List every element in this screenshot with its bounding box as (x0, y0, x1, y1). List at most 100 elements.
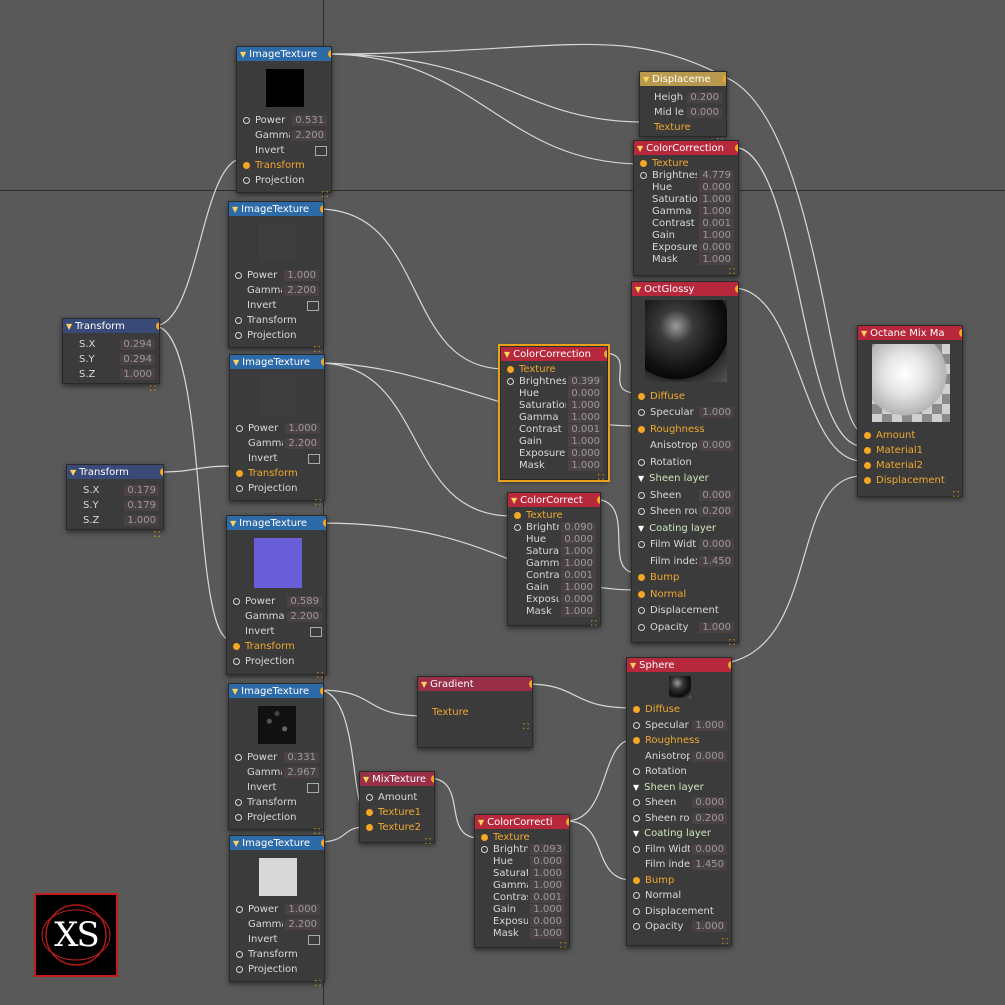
collapse-arrow-icon[interactable]: ▼ (635, 285, 641, 294)
scale-x-value[interactable]: 0.179 (124, 485, 159, 496)
resize-grip-icon[interactable]: ⛶ (315, 499, 322, 507)
invert-checkbox[interactable] (315, 145, 327, 156)
input-port[interactable] (638, 541, 645, 549)
film-width-value[interactable]: 0.000 (699, 539, 734, 551)
node-header[interactable]: ▼ Gradient (418, 677, 532, 691)
node-header[interactable]: ▼ OctGlossy (632, 282, 738, 296)
input-port[interactable] (638, 623, 645, 631)
input-port[interactable] (638, 607, 645, 615)
resize-grip-icon[interactable]: ⛶ (314, 346, 321, 354)
hue-value[interactable]: 0.000 (699, 181, 734, 193)
input-port[interactable] (633, 876, 640, 884)
resize-grip-icon[interactable]: ⛶ (315, 980, 322, 988)
gain-value[interactable]: 1.000 (530, 903, 565, 915)
input-port[interactable] (638, 458, 645, 466)
node-color-correction-2[interactable]: ▼ColorCorrection Texture Brightness0.399… (498, 344, 610, 482)
mid-level-value[interactable]: 0.000 (687, 107, 722, 118)
output-port[interactable] (156, 322, 159, 330)
collapse-arrow-icon[interactable]: ▼ (230, 519, 236, 528)
sheen-value[interactable]: 0.000 (692, 797, 727, 809)
input-port[interactable] (864, 447, 871, 454)
collapse-arrow-icon[interactable]: ▼ (638, 524, 644, 533)
node-image-texture-5[interactable]: ▼ImageTexture Power0.331 Gamma2.967 Inve… (228, 683, 324, 836)
input-port[interactable] (366, 794, 373, 801)
node-header[interactable]: ▼ MixTexture (360, 772, 434, 786)
input-port[interactable] (233, 658, 240, 665)
brightness-value[interactable]: 0.090 (561, 521, 596, 533)
node-header[interactable]: ▼ ImageTexture (237, 47, 331, 61)
node-image-texture-6[interactable]: ▼ImageTexture Power1.000 Gamma2.200 Inve… (229, 835, 325, 988)
invert-checkbox[interactable] (307, 300, 319, 311)
output-port[interactable] (431, 775, 434, 783)
node-header[interactable]: ▼ Transform (67, 465, 163, 479)
input-port[interactable] (233, 598, 240, 605)
resize-grip-icon[interactable]: ⛶ (598, 474, 605, 482)
node-color-correction-1[interactable]: ▼ColorCorrection Texture Brightnes.4.779… (633, 140, 739, 276)
node-header[interactable]: ▼ ImageTexture (229, 202, 323, 216)
node-header[interactable]: ▼ Octane Mix Ma (858, 326, 962, 340)
saturation-value[interactable]: 1.000 (561, 545, 596, 557)
anisotropy-value[interactable]: 0.000 (699, 440, 734, 452)
invert-checkbox[interactable] (308, 453, 320, 464)
power-value[interactable]: 1.000 (284, 270, 319, 281)
node-header[interactable]: ▼ ImageTexture (230, 836, 324, 850)
scale-z-value[interactable]: 1.000 (124, 515, 159, 526)
opacity-value[interactable]: 1.000 (692, 921, 727, 933)
saturation-value[interactable]: 1.000 (568, 399, 603, 411)
exposure-value[interactable]: 0.000 (699, 241, 734, 253)
brightness-value[interactable]: 0.093 (530, 843, 565, 855)
input-port[interactable] (243, 117, 250, 124)
input-port[interactable] (481, 845, 488, 853)
gamma-value[interactable]: 1.000 (699, 205, 734, 217)
resize-grip-icon[interactable]: ⛶ (722, 937, 729, 945)
output-port[interactable] (529, 680, 532, 688)
input-port[interactable] (638, 508, 645, 516)
resize-grip-icon[interactable]: ⛶ (150, 385, 157, 393)
contrast-value[interactable]: 0.001 (699, 217, 734, 229)
hue-value[interactable]: 0.000 (568, 387, 603, 399)
input-port[interactable] (633, 907, 640, 915)
input-port[interactable] (633, 721, 640, 729)
node-sphere[interactable]: ▼ Sphere Diffuse Specular 1.000 Roughness … (626, 657, 732, 946)
input-port[interactable] (243, 162, 250, 169)
output-port[interactable] (604, 350, 607, 358)
node-header[interactable]: ▼ ImageTexture (227, 516, 326, 530)
resize-grip-icon[interactable]: ⛶ (591, 620, 598, 628)
resize-grip-icon[interactable]: ⛶ (729, 268, 736, 276)
film-index-value[interactable]: 1.450 (699, 555, 734, 567)
sheen-value[interactable]: 0.000 (699, 489, 734, 501)
output-port[interactable] (723, 75, 726, 83)
film-index-value[interactable]: 1.450 (692, 859, 727, 871)
node-octane-mix-material[interactable]: ▼ Octane Mix Ma Amount Material1 Material… (857, 325, 963, 499)
power-value[interactable]: 0.331 (284, 752, 319, 763)
contrast-value[interactable]: 0.001 (568, 423, 603, 435)
opacity-value[interactable]: 1.000 (699, 621, 734, 633)
scale-y-value[interactable]: 0.179 (124, 500, 159, 511)
input-port[interactable] (638, 590, 645, 598)
invert-checkbox[interactable] (307, 782, 319, 793)
input-port[interactable] (236, 425, 243, 432)
resize-grip-icon[interactable]: ⛶ (314, 828, 321, 836)
input-port[interactable] (638, 574, 645, 582)
gamma-value[interactable]: 1.000 (568, 411, 603, 423)
node-gradient[interactable]: ▼ Gradient Texture ⛶ (417, 676, 533, 748)
collapse-arrow-icon[interactable]: ▼ (637, 144, 643, 153)
resize-grip-icon[interactable]: ⛶ (953, 491, 960, 499)
input-port[interactable] (507, 377, 514, 385)
input-port[interactable] (236, 470, 243, 477)
collapse-arrow-icon[interactable]: ▼ (511, 496, 517, 505)
output-port[interactable] (321, 358, 324, 366)
input-port[interactable] (514, 511, 521, 519)
input-port[interactable] (507, 365, 514, 373)
input-port[interactable] (366, 809, 373, 816)
input-port[interactable] (235, 814, 242, 821)
brightness-value[interactable]: 0.399 (568, 375, 603, 387)
collapse-arrow-icon[interactable]: ▼ (232, 687, 238, 696)
gamma-value[interactable]: 2.200 (285, 438, 320, 449)
gamma-value[interactable]: 2.200 (285, 919, 320, 930)
node-header[interactable]: ▼ Transform (63, 319, 159, 333)
output-port[interactable] (728, 661, 731, 669)
collapse-arrow-icon[interactable]: ▼ (232, 205, 238, 214)
collapse-arrow-icon[interactable]: ▼ (233, 358, 239, 367)
scale-y-value[interactable]: 0.294 (120, 354, 155, 365)
